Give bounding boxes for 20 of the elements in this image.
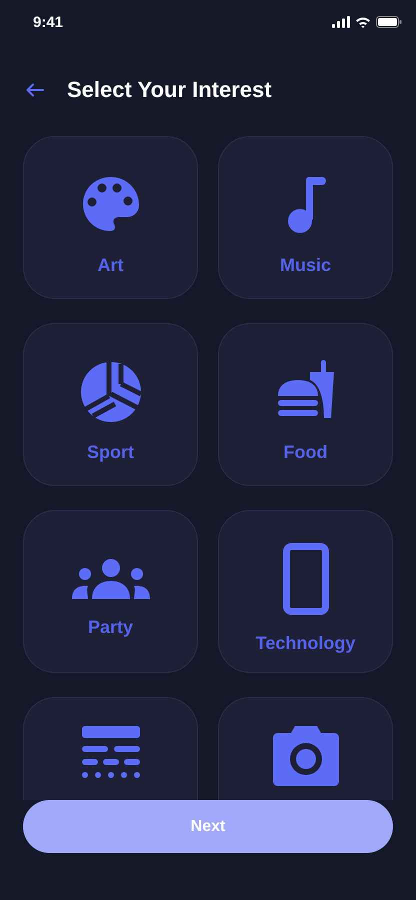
status-time: 9:41 bbox=[33, 14, 64, 30]
interest-card[interactable] bbox=[23, 697, 198, 800]
back-arrow-icon[interactable] bbox=[26, 83, 44, 97]
camera-icon bbox=[272, 726, 338, 786]
interest-card[interactable] bbox=[218, 697, 393, 800]
interest-card[interactable]: Party bbox=[23, 510, 198, 673]
volleyball-icon bbox=[78, 360, 142, 424]
next-button[interactable]: Next bbox=[23, 800, 393, 853]
signal-icon bbox=[332, 16, 350, 28]
people-group-icon bbox=[72, 559, 150, 599]
wifi-icon bbox=[355, 16, 371, 28]
interest-card[interactable]: Art bbox=[23, 136, 198, 299]
battery-icon bbox=[376, 16, 402, 28]
page-title: Select Your Interest bbox=[67, 77, 272, 103]
text-lines-icon bbox=[82, 726, 140, 778]
interest-card[interactable]: Technology bbox=[218, 510, 393, 673]
interest-card[interactable]: Music bbox=[218, 136, 393, 299]
interest-card[interactable]: Sport bbox=[23, 323, 198, 486]
interest-card[interactable]: Food bbox=[218, 323, 393, 486]
phone-icon bbox=[282, 543, 328, 615]
